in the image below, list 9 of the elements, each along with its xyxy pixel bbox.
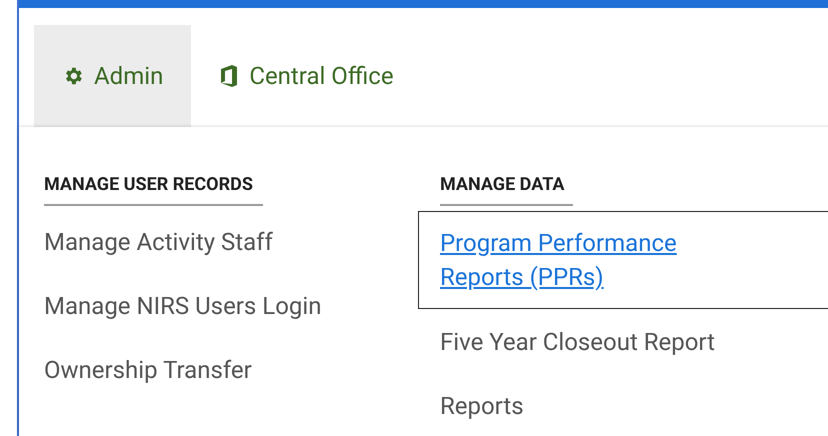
- menu-link[interactable]: Program Performance Reports (PPRs): [418, 211, 828, 309]
- office-icon: [219, 64, 240, 88]
- nav-tab[interactable]: Central Office: [191, 25, 422, 127]
- nav-tab[interactable]: Admin: [34, 25, 192, 127]
- column-heading: MANAGE DATA: [440, 171, 573, 206]
- menu-link[interactable]: Ownership Transfer: [44, 339, 440, 401]
- menu-link[interactable]: Reports: [440, 375, 828, 436]
- column-heading: MANAGE USER RECORDS: [44, 171, 263, 206]
- menu-link[interactable]: Five Year Closeout Report: [440, 311, 828, 373]
